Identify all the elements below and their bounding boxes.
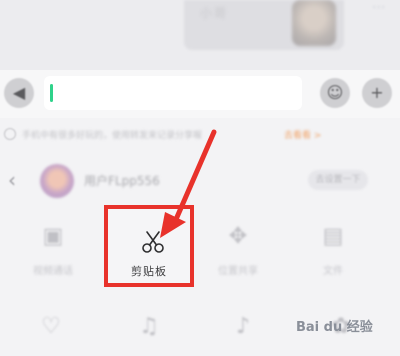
clipboard-button[interactable]: 剪贴板 [104, 205, 194, 287]
plus-button[interactable]: + [362, 78, 392, 108]
voice-toggle-icon[interactable]: ◀ [4, 78, 34, 108]
card-icon[interactable]: ♫ [134, 312, 164, 342]
emoji-button[interactable]: ☺ [320, 78, 350, 108]
watermark-text: Bai du 经验 [296, 320, 373, 335]
location-share-icon[interactable]: ✥ [223, 222, 253, 252]
more-icon[interactable]: ··· [372, 0, 385, 16]
text-cursor [50, 84, 53, 102]
notice-text: 手机中有很多好玩的，使用转发来记录分享喔 [22, 131, 203, 141]
contact-avatar[interactable] [292, 0, 336, 46]
music-icon[interactable]: ♪ [228, 312, 258, 342]
gift-icon[interactable]: ♡ [36, 312, 66, 342]
tile-label-video-call: 视频通话 [33, 266, 73, 277]
video-call-icon[interactable]: ▣ [38, 222, 68, 252]
tile-label-file: 文件 [323, 266, 343, 277]
info-icon [4, 128, 16, 140]
account-avatar[interactable] [40, 164, 74, 198]
scissors-icon [142, 231, 164, 253]
back-icon[interactable]: ‹ [8, 168, 16, 192]
tile-label-location: 位置共享 [218, 266, 258, 277]
file-icon[interactable]: ▤ [318, 222, 348, 252]
account-settings-tag[interactable]: 去设置一下 [308, 170, 368, 190]
chat-bubble-text: 小哥 [200, 6, 229, 20]
account-name: 用户FLpp556 [84, 174, 160, 188]
message-input[interactable] [44, 76, 302, 110]
clipboard-label: 剪贴板 [131, 265, 167, 278]
notice-link[interactable]: 去看看 > [284, 128, 321, 141]
